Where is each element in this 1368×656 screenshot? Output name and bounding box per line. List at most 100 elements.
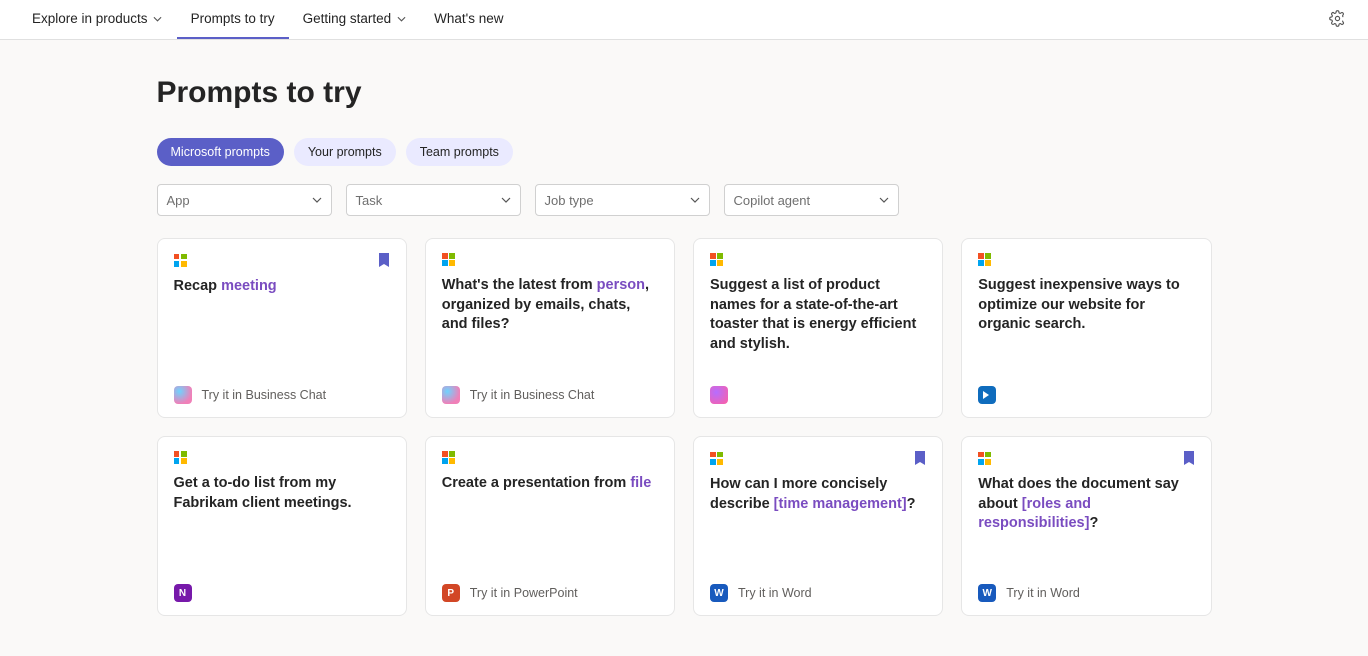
- nav-item-explore-in-products[interactable]: Explore in products: [18, 0, 177, 39]
- card-action[interactable]: Try it in Word: [710, 583, 926, 603]
- prompt-card[interactable]: Suggest a list of product names for a st…: [693, 238, 943, 418]
- prompt-card[interactable]: Create a presentation from file Try it in…: [425, 436, 675, 616]
- prompt-card[interactable]: How can I more concisely describe [time …: [693, 436, 943, 616]
- card-head: [978, 253, 1194, 266]
- action-label: Try it in Word: [1006, 586, 1080, 600]
- nav-item-prompts-to-try[interactable]: Prompts to try: [177, 0, 289, 39]
- pill-microsoft-prompts[interactable]: Microsoft prompts: [157, 138, 284, 166]
- text-segment: Create a presentation from: [442, 475, 631, 491]
- chevron-down-icon: [396, 14, 406, 24]
- action-label: Try it in Word: [738, 586, 812, 600]
- word-icon: [710, 584, 728, 602]
- action-label: Try it in PowerPoint: [470, 586, 578, 600]
- chevron-down-icon: [501, 195, 511, 205]
- word-icon: [978, 584, 996, 602]
- text-segment: Suggest inexpensive ways to optimize our…: [978, 277, 1179, 332]
- card-text: Get a to-do list from my Fabrikam client…: [174, 474, 390, 583]
- nav-item-label: Explore in products: [32, 11, 148, 26]
- link-token: person: [597, 277, 645, 293]
- filter-job-type[interactable]: Job type: [535, 184, 710, 216]
- card-text: What does the document say about [roles …: [978, 475, 1194, 583]
- gear-icon: [1329, 10, 1346, 27]
- link-token: file: [630, 475, 651, 491]
- prompt-card[interactable]: Recap meeting Try it in Business Chat: [157, 238, 407, 418]
- nav-item-label: Prompts to try: [191, 11, 275, 26]
- text-segment: Recap: [174, 278, 222, 294]
- pill-your-prompts[interactable]: Your prompts: [294, 138, 396, 166]
- card-head: [174, 253, 390, 267]
- card-text: What's the latest from person, organized…: [442, 276, 658, 385]
- link-token: meeting: [221, 278, 277, 294]
- prompt-card[interactable]: Suggest inexpensive ways to optimize our…: [961, 238, 1211, 418]
- card-text: Suggest a list of product names for a st…: [710, 276, 926, 385]
- filter-app[interactable]: App: [157, 184, 332, 216]
- action-label: Try it in Business Chat: [202, 388, 327, 402]
- chevron-down-icon: [153, 14, 163, 24]
- copilot-chat-icon: [174, 386, 192, 404]
- powerpoint-icon: [442, 584, 460, 602]
- microsoft-logo-icon: [978, 253, 991, 266]
- card-action[interactable]: Try it in Business Chat: [174, 385, 390, 405]
- copilot-chat-icon: [442, 386, 460, 404]
- clipchamp-icon: [978, 386, 996, 404]
- microsoft-logo-icon: [710, 452, 723, 465]
- filter-copilot-agent[interactable]: Copilot agent: [724, 184, 899, 216]
- filter-row: App Task Job type Copilot agent: [157, 184, 1212, 216]
- bookmark-icon[interactable]: [378, 253, 390, 267]
- card-text: Recap meeting: [174, 277, 390, 385]
- settings-button[interactable]: [1329, 10, 1346, 30]
- card-text: How can I more concisely describe [time …: [710, 475, 926, 583]
- prompt-card[interactable]: What's the latest from person, organized…: [425, 238, 675, 418]
- nav-item-label: Getting started: [303, 11, 392, 26]
- chevron-down-icon: [690, 195, 700, 205]
- nav-item-getting-started[interactable]: Getting started: [289, 0, 421, 39]
- card-grid: Recap meeting Try it in Business Chat What…: [157, 238, 1212, 616]
- pill-team-prompts[interactable]: Team prompts: [406, 138, 513, 166]
- prompt-card[interactable]: Get a to-do list from my Fabrikam client…: [157, 436, 407, 616]
- text-segment: ?: [907, 496, 916, 512]
- loop-icon: [710, 386, 728, 404]
- card-head: [710, 253, 926, 266]
- chevron-down-icon: [312, 195, 322, 205]
- nav-item-what-s-new[interactable]: What's new: [420, 0, 517, 39]
- filter-label: App: [167, 193, 190, 208]
- prompt-card[interactable]: What does the document say about [roles …: [961, 436, 1211, 616]
- microsoft-logo-icon: [174, 451, 187, 464]
- filter-label: Job type: [545, 193, 594, 208]
- filter-task[interactable]: Task: [346, 184, 521, 216]
- card-action: [174, 583, 390, 603]
- card-head: [978, 451, 1194, 465]
- text-segment: Suggest a list of product names for a st…: [710, 277, 916, 352]
- filter-label: Copilot agent: [734, 193, 811, 208]
- card-head: [442, 451, 658, 464]
- card-action[interactable]: Try it in Word: [978, 583, 1194, 603]
- card-action[interactable]: Try it in Business Chat: [442, 385, 658, 405]
- text-segment: Get a to-do list from my Fabrikam client…: [174, 475, 352, 511]
- card-text: Create a presentation from file: [442, 474, 658, 583]
- pill-tabs: Microsoft prompts Your prompts Team prompt…: [157, 138, 1212, 166]
- filter-label: Task: [356, 193, 383, 208]
- card-action[interactable]: Try it in PowerPoint: [442, 583, 658, 603]
- action-label: Try it in Business Chat: [470, 388, 595, 402]
- microsoft-logo-icon: [174, 254, 187, 267]
- bookmark-icon[interactable]: [1183, 451, 1195, 465]
- onenote-icon: [174, 584, 192, 602]
- card-text: Suggest inexpensive ways to optimize our…: [978, 276, 1194, 385]
- card-head: [174, 451, 390, 464]
- text-segment: What's the latest from: [442, 277, 597, 293]
- text-segment: ?: [1089, 515, 1098, 531]
- microsoft-logo-icon: [442, 451, 455, 464]
- card-head: [710, 451, 926, 465]
- card-action: [978, 385, 1194, 405]
- chevron-down-icon: [879, 195, 889, 205]
- page-content: Prompts to try Microsoft prompts Your pro…: [147, 40, 1222, 656]
- bookmark-icon[interactable]: [914, 451, 926, 465]
- microsoft-logo-icon: [442, 253, 455, 266]
- microsoft-logo-icon: [978, 452, 991, 465]
- microsoft-logo-icon: [710, 253, 723, 266]
- link-token: [time management]: [774, 496, 907, 512]
- card-action: [710, 385, 926, 405]
- nav-item-label: What's new: [434, 11, 503, 26]
- page-title: Prompts to try: [157, 76, 1212, 110]
- top-nav: Explore in products Prompts to try Getting…: [0, 0, 1368, 40]
